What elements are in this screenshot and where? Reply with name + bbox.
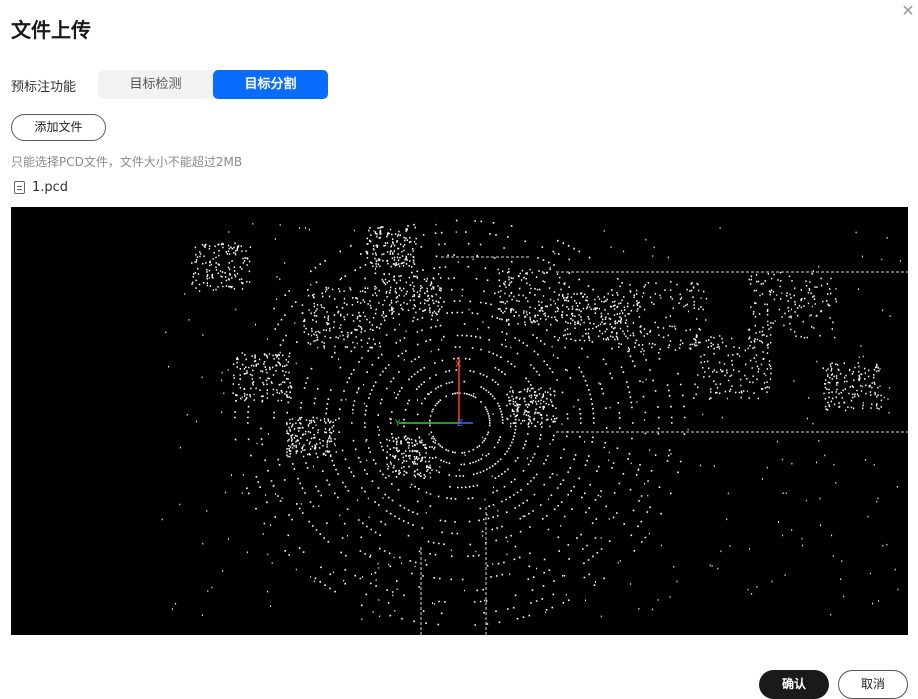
confirm-button[interactable]: 确认 xyxy=(759,670,829,699)
axes-helper: X Y Z xyxy=(394,357,473,429)
prelabel-function-selector: 目标检测 目标分割 xyxy=(98,70,328,99)
point-cloud-canvas[interactable]: X Y Z xyxy=(11,207,908,635)
file-icon xyxy=(14,181,25,194)
option-object-segmentation[interactable]: 目标分割 xyxy=(213,70,328,99)
upload-hint: 只能选择PCD文件，文件大小不能超过2MB xyxy=(11,155,243,169)
y-axis-label: Y xyxy=(394,419,401,429)
z-axis-label: Z xyxy=(457,419,463,429)
close-icon[interactable]: ✕ xyxy=(899,2,917,20)
file-item[interactable]: 1.pcd xyxy=(14,180,68,195)
point-cloud-points xyxy=(161,219,908,635)
file-name: 1.pcd xyxy=(32,180,69,195)
x-axis-label: X xyxy=(455,360,461,370)
dialog-title: 文件上传 xyxy=(11,18,91,42)
point-cloud-scatter xyxy=(161,219,901,626)
cancel-button[interactable]: 取消 xyxy=(838,670,908,699)
prelabel-function-label: 预标注功能 xyxy=(11,80,77,95)
point-cloud-viewer[interactable]: X Y Z xyxy=(11,207,908,635)
option-object-detection[interactable]: 目标检测 xyxy=(98,70,213,99)
add-file-button[interactable]: 添加文件 xyxy=(11,114,106,141)
